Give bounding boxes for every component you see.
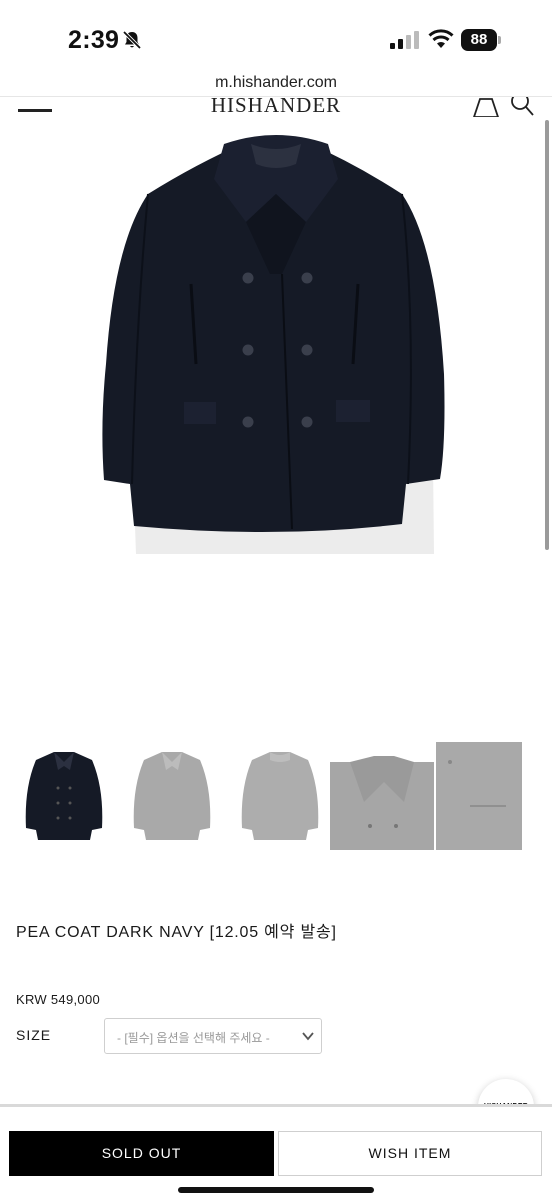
sold-out-button[interactable]: SOLD OUT xyxy=(9,1131,274,1176)
signal-icon xyxy=(390,31,419,49)
product-title: PEA COAT DARK NAVY [12.05 예약 발송] xyxy=(16,924,337,941)
status-time: 2:39 xyxy=(68,26,120,54)
shopping-bag-icon[interactable] xyxy=(472,96,500,117)
brand-logo[interactable]: HISHANDER xyxy=(0,97,552,118)
thumbnail-front-grey[interactable] xyxy=(126,748,218,846)
home-indicator[interactable] xyxy=(178,1187,374,1193)
scrollbar[interactable] xyxy=(545,120,549,550)
search-icon[interactable] xyxy=(510,96,534,117)
bottom-action-bar: SOLD OUT WISH ITEM xyxy=(0,1104,552,1200)
product-price: KRW 549,000 xyxy=(16,992,100,1007)
size-select-placeholder: - [필수] 옵션을 선택해 주세요 - xyxy=(117,1031,270,1045)
battery-level: 88 xyxy=(461,29,497,51)
product-main-image[interactable] xyxy=(96,124,456,566)
wifi-icon xyxy=(428,29,454,48)
site-header: HISHANDER xyxy=(0,96,552,118)
thumbnail-back-grey[interactable] xyxy=(234,748,326,846)
thumbnail-detail-grey[interactable] xyxy=(330,742,522,850)
battery-tip xyxy=(498,36,501,44)
size-select[interactable]: - [필수] 옵션을 선택해 주세요 - xyxy=(104,1018,322,1054)
size-label: SIZE xyxy=(16,1027,52,1043)
bell-slash-icon xyxy=(122,30,142,50)
chevron-down-icon xyxy=(302,1032,314,1041)
status-bar: 2:39 88 xyxy=(0,0,552,70)
battery-icon: 88 xyxy=(461,29,501,51)
url-bar[interactable]: m.hishander.com xyxy=(0,74,552,98)
wish-item-button[interactable]: WISH ITEM xyxy=(278,1131,542,1176)
thumbnail-front[interactable] xyxy=(18,748,110,846)
